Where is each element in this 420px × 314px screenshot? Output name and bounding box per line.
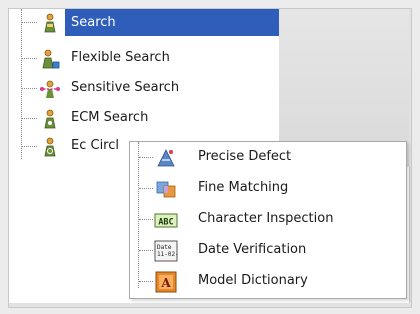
popup-item-label: Fine Matching — [198, 180, 289, 195]
tree-item-search[interactable]: Search — [9, 9, 279, 36]
model-dictionary-icon-text: A — [160, 276, 171, 290]
date-verification-icon: Date11-02-1 — [154, 239, 183, 263]
tree-connector — [21, 146, 37, 147]
tree-item-ecm-search[interactable]: ECM Search — [9, 105, 279, 132]
tree-connector — [139, 157, 153, 158]
tree-connector — [21, 22, 37, 23]
tree-connector — [21, 58, 37, 59]
sensitive-search-icon — [39, 78, 61, 100]
fine-matching-icon — [154, 177, 178, 201]
tree-item-flexible-search[interactable]: Flexible Search — [9, 45, 279, 72]
popup-item-fine-matching[interactable]: Fine Matching — [130, 173, 406, 204]
tree-connector — [139, 219, 153, 220]
popup-item-precise-defect[interactable]: Precise Defect — [130, 142, 406, 173]
popup-item-label: Date Verification — [198, 242, 307, 257]
tree-item-label: ECM Search — [71, 110, 149, 125]
tree-connector — [139, 250, 153, 251]
popup-item-model-dictionary[interactable]: A Model Dictionary — [130, 266, 406, 297]
person-search-icon — [39, 12, 61, 34]
popup-item-label: Precise Defect — [198, 149, 292, 164]
tree-item-label: Search — [65, 9, 279, 36]
ecm-search-icon — [39, 108, 61, 130]
tree-connector — [139, 188, 153, 189]
tree-item-label: Ec Circl — [71, 138, 120, 153]
popup-item-date-verification[interactable]: Date11-02-1 Date Verification — [130, 235, 406, 266]
model-dictionary-icon: A — [154, 270, 178, 294]
popup-item-character-inspection[interactable]: ABC Character Inspection — [130, 204, 406, 235]
precise-defect-icon — [154, 146, 178, 170]
tree-item-label: Sensitive Search — [71, 80, 180, 95]
character-inspection-icon: ABC — [154, 208, 178, 232]
tree-item-sensitive-search[interactable]: Sensitive Search — [9, 75, 279, 102]
character-inspection-icon-text: ABC — [158, 218, 173, 228]
tree-connector — [21, 118, 37, 119]
popup-item-label: Character Inspection — [198, 211, 334, 226]
ec-circle-icon — [39, 136, 61, 158]
popup-item-label: Model Dictionary — [198, 273, 308, 288]
inspection-tools-popup: Precise Defect Fine Matching ABC Charact… — [129, 141, 407, 299]
window-frame: Search Flexible Search Sensitive Search — [0, 0, 420, 314]
tree-connector — [21, 88, 37, 89]
tree-item-label: Flexible Search — [71, 50, 170, 65]
tree-connector — [139, 281, 153, 282]
flexible-search-icon — [39, 48, 61, 70]
